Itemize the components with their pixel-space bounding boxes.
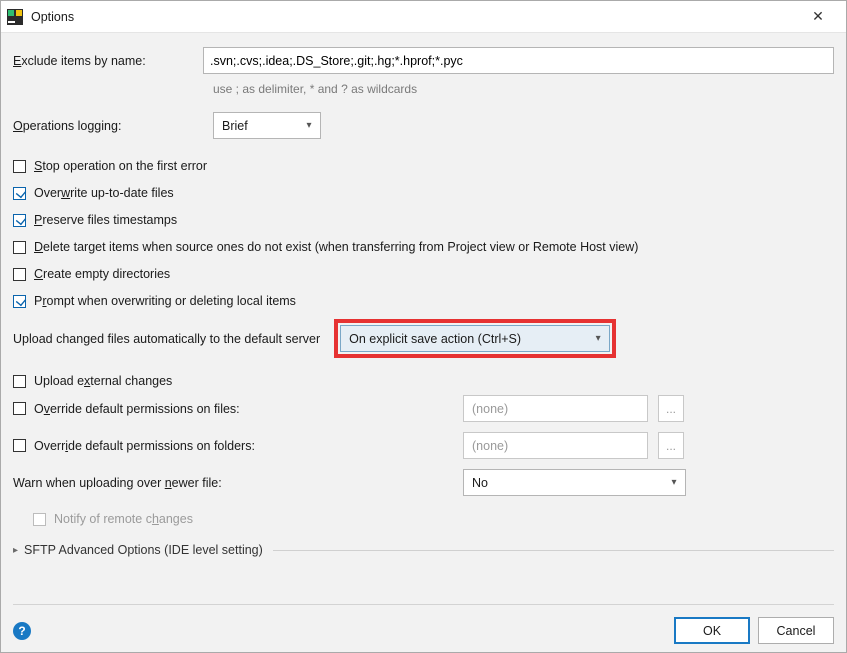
override-files-row: Override default permissions on files: (… <box>13 395 834 422</box>
cancel-button[interactable]: Cancel <box>758 617 834 644</box>
upload-external-checkbox[interactable]: Upload external changes <box>13 368 834 395</box>
app-icon <box>7 9 23 25</box>
checkbox-group-1: Stop operation on the first error Overwr… <box>13 153 834 315</box>
ops-logging-label: Operations logging: <box>13 119 213 133</box>
divider <box>273 550 834 551</box>
checkbox-icon <box>13 439 26 452</box>
exclude-label: Exclude items by name: <box>13 54 203 68</box>
ops-logging-combo[interactable]: Brief ▾ <box>213 112 321 139</box>
prompt-overwrite-checkbox[interactable]: Prompt when overwriting or deleting loca… <box>13 288 834 315</box>
ok-button[interactable]: OK <box>674 617 750 644</box>
help-icon[interactable]: ? <box>13 622 31 640</box>
checkbox-icon <box>13 402 26 415</box>
exclude-row: Exclude items by name: <box>13 47 834 74</box>
window-close-button[interactable]: ✕ <box>798 2 838 32</box>
override-files-checkbox[interactable]: Override default permissions on files: <box>13 402 453 416</box>
create-empty-checkbox[interactable]: Create empty directories <box>13 261 834 288</box>
folders-permissions-input[interactable]: (none) <box>463 432 648 459</box>
expander-label: SFTP Advanced Options (IDE level setting… <box>24 543 263 557</box>
chevron-down-icon: ▾ <box>591 333 605 344</box>
checkbox-icon <box>13 295 26 308</box>
files-permissions-browse-button[interactable]: ... <box>658 395 684 422</box>
checkbox-icon <box>13 187 26 200</box>
upload-auto-label: Upload changed files automatically to th… <box>13 332 320 346</box>
override-folders-checkbox[interactable]: Override default permissions on folders: <box>13 439 453 453</box>
checkbox-icon <box>13 214 26 227</box>
preserve-ts-checkbox[interactable]: Preserve files timestamps <box>13 207 834 234</box>
chevron-down-icon: ▾ <box>667 477 681 488</box>
highlight-annotation: On explicit save action (Ctrl+S) ▾ <box>334 319 616 358</box>
content-area: Exclude items by name: use ; as delimite… <box>1 33 846 652</box>
chevron-down-icon: ▾ <box>302 120 316 131</box>
exclude-input[interactable] <box>203 47 834 74</box>
checkbox-icon <box>13 160 26 173</box>
upload-auto-row: Upload changed files automatically to th… <box>13 319 834 358</box>
notify-remote-checkbox: Notify of remote changes <box>13 506 834 533</box>
ops-logging-row: Operations logging: Brief ▾ <box>13 112 834 139</box>
window-title: Options <box>31 10 74 24</box>
dialog-footer: ? OK Cancel <box>13 604 834 644</box>
checkbox-icon <box>13 375 26 388</box>
overwrite-utd-checkbox[interactable]: Overwrite up-to-date files <box>13 180 834 207</box>
delete-targets-checkbox[interactable]: Delete target items when source ones do … <box>13 234 834 261</box>
titlebar: Options ✕ <box>1 1 846 33</box>
upload-auto-combo[interactable]: On explicit save action (Ctrl+S) ▾ <box>340 325 610 352</box>
stop-on-error-checkbox[interactable]: Stop operation on the first error <box>13 153 834 180</box>
files-permissions-input[interactable]: (none) <box>463 395 648 422</box>
warn-newer-combo[interactable]: No ▾ <box>463 469 686 496</box>
sftp-advanced-expander[interactable]: ▸ SFTP Advanced Options (IDE level setti… <box>13 533 834 562</box>
options-dialog: Options ✕ Exclude items by name: use ; a… <box>0 0 847 653</box>
warn-newer-label: Warn when uploading over newer file: <box>13 470 453 496</box>
checkbox-icon <box>13 268 26 281</box>
exclude-hint: use ; as delimiter, * and ? as wildcards <box>213 82 834 96</box>
checkbox-icon <box>13 241 26 254</box>
warn-newer-row: Warn when uploading over newer file: No … <box>13 469 834 496</box>
triangle-right-icon: ▸ <box>13 545 18 556</box>
folders-permissions-browse-button[interactable]: ... <box>658 432 684 459</box>
override-folders-row: Override default permissions on folders:… <box>13 432 834 459</box>
checkbox-icon <box>33 513 46 526</box>
